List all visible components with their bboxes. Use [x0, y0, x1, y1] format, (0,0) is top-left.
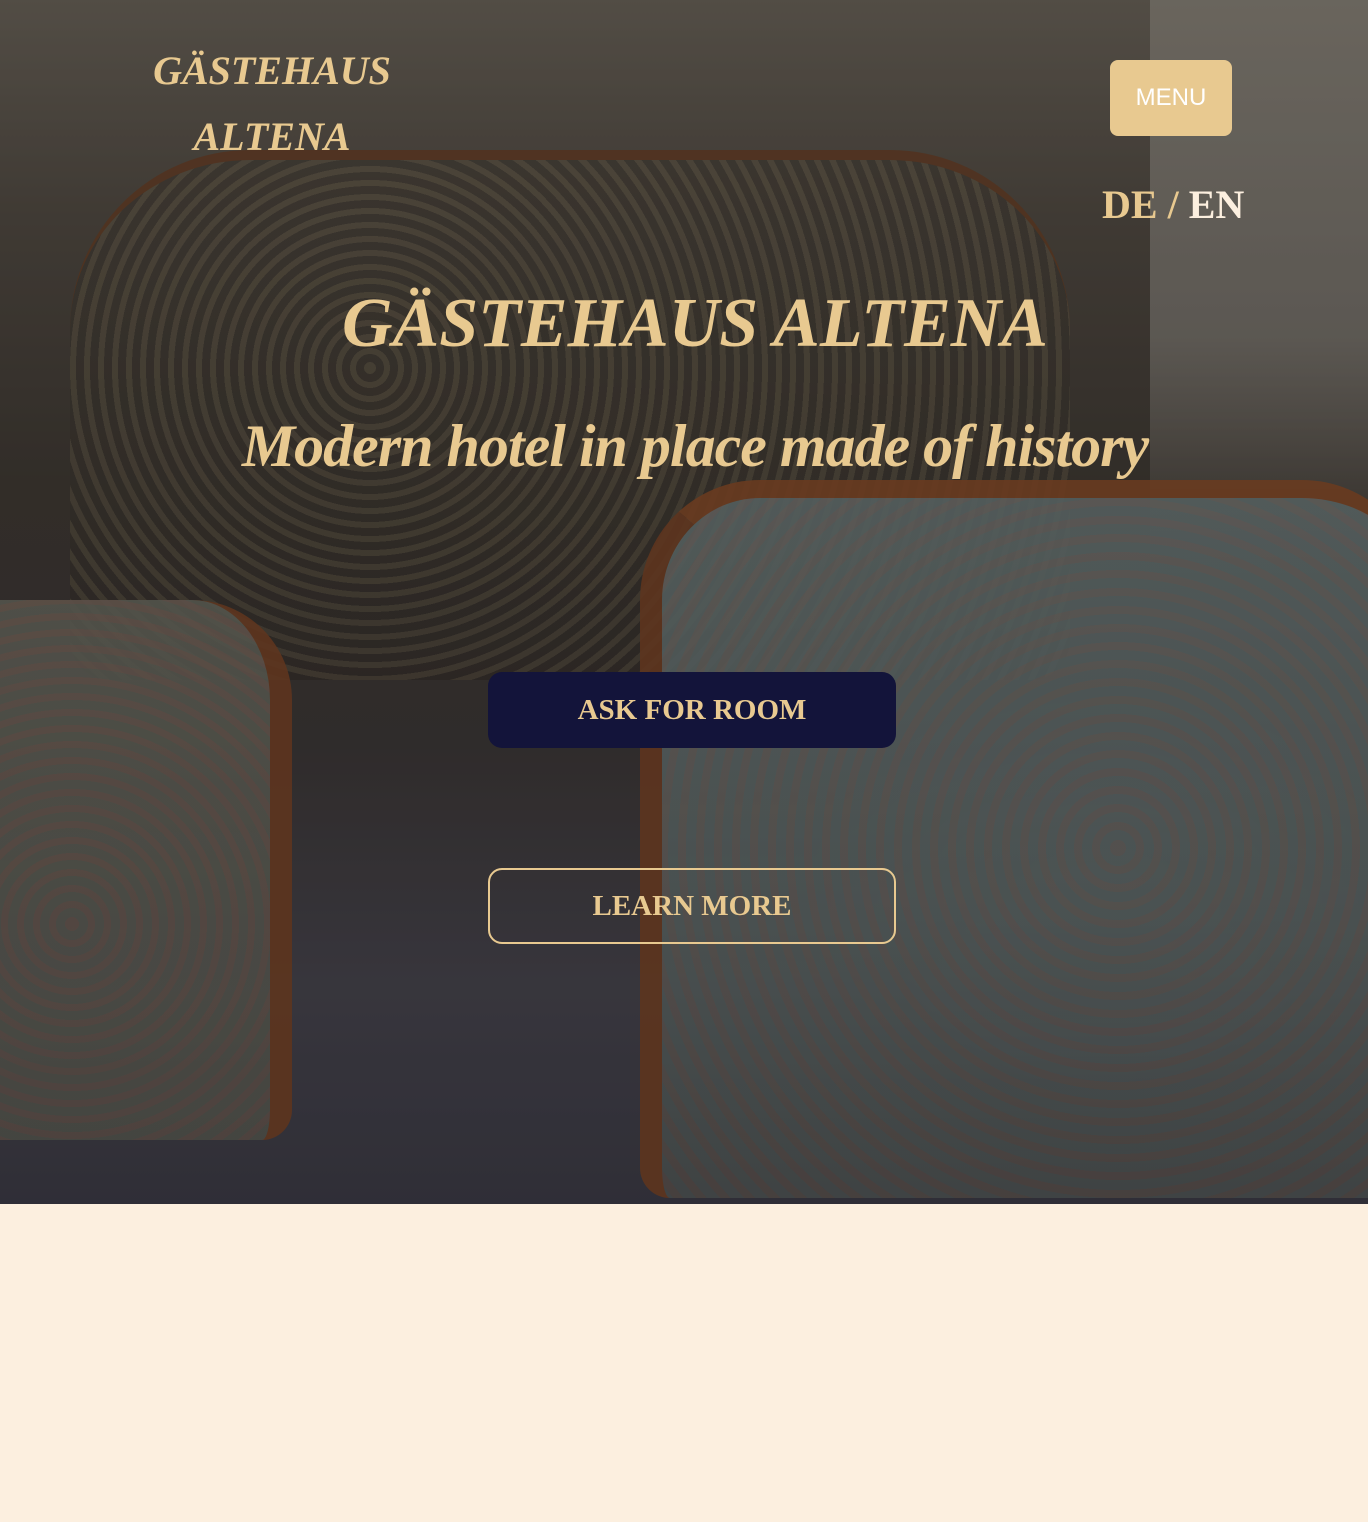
menu-button[interactable]: MENU [1110, 60, 1232, 136]
hero-title: GÄSTEHAUS ALTENA [341, 285, 1048, 362]
language-separator: / [1167, 182, 1179, 227]
content-area [0, 1204, 1368, 1522]
site-logo[interactable]: GÄSTEHAUS ALTENA [130, 38, 414, 170]
language-switcher: DE / EN [1102, 180, 1245, 230]
hero-subtitle: Modern hotel in place made of history [241, 413, 1149, 479]
learn-more-button[interactable]: LEARN MORE [488, 868, 896, 944]
language-en-link[interactable]: EN [1189, 182, 1245, 227]
hero-section: GÄSTEHAUS ALTENA MENU DE / EN GÄSTEHAUS … [0, 0, 1368, 1204]
language-de-link[interactable]: DE [1102, 182, 1158, 227]
ask-for-room-button[interactable]: ASK FOR ROOM [488, 672, 896, 748]
logo-line-1: GÄSTEHAUS [153, 48, 391, 93]
logo-line-2: ALTENA [193, 114, 351, 159]
